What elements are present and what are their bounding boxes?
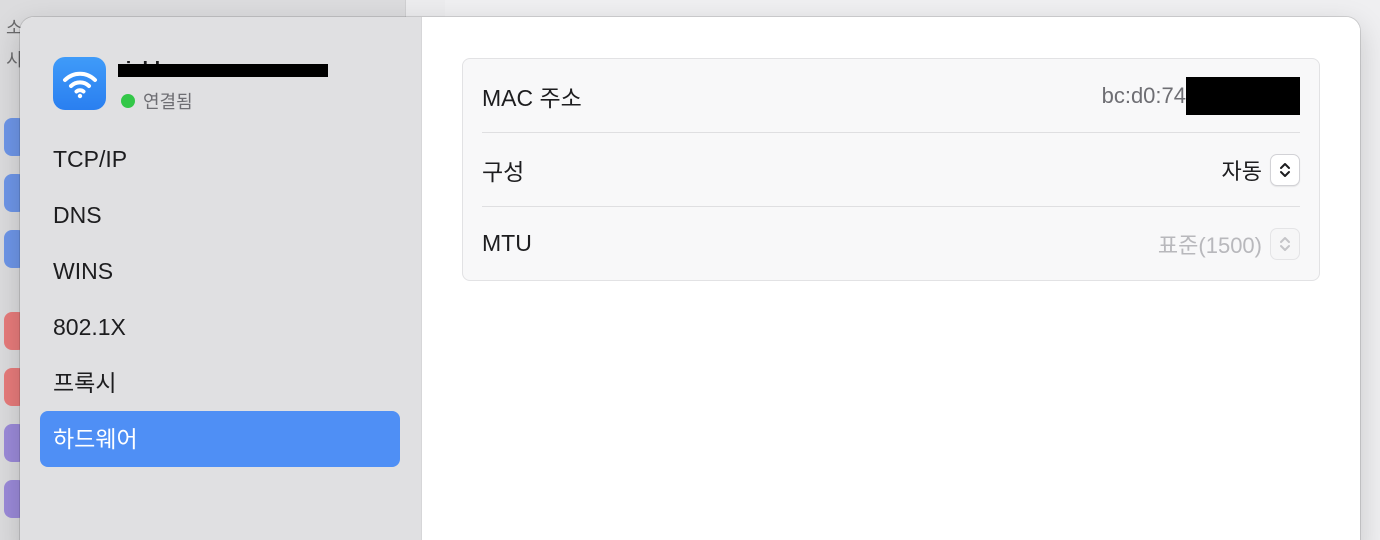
configure-value: 자동 xyxy=(1221,158,1262,184)
configure-popup[interactable]: 자동 xyxy=(1221,153,1300,186)
mtu-label: MTU xyxy=(482,230,532,256)
connection-status: 연결됨 xyxy=(121,88,193,114)
redaction-bar xyxy=(118,64,328,77)
sidebar-nav: TCP/IP DNS WINS 802.1X 프록시 하드웨어 xyxy=(40,131,400,467)
sidebar-item-hardware[interactable]: 하드웨어 xyxy=(40,411,400,467)
wifi-icon xyxy=(53,57,106,110)
up-down-chevron-icon xyxy=(1270,153,1300,186)
hardware-panel: MAC 주소 bc:d0:74 구성 자동 MTU 표준(1500) xyxy=(422,17,1360,540)
details-sidebar: richbeans 연결됨 TCP/IP DNS WINS 802.1X 프록시… xyxy=(20,17,422,540)
up-down-chevron-icon xyxy=(1270,227,1300,260)
hardware-settings-group: MAC 주소 bc:d0:74 구성 자동 MTU 표준(1500) xyxy=(462,58,1320,281)
network-details-sheet: richbeans 연결됨 TCP/IP DNS WINS 802.1X 프록시… xyxy=(20,17,1360,540)
mtu-popup[interactable]: 표준(1500) xyxy=(1157,227,1300,260)
sidebar-item-wins[interactable]: WINS xyxy=(40,243,400,299)
sidebar-item-8021x[interactable]: 802.1X xyxy=(40,299,400,355)
mac-address-label: MAC 주소 xyxy=(482,84,582,111)
network-header: richbeans 연결됨 xyxy=(53,57,393,113)
mtu-row: MTU 표준(1500) xyxy=(482,207,1300,280)
status-text: 연결됨 xyxy=(143,92,193,112)
status-dot-icon xyxy=(121,94,135,108)
sidebar-item-tcpip[interactable]: TCP/IP xyxy=(40,131,400,187)
sidebar-item-proxy[interactable]: 프록시 xyxy=(40,355,400,411)
redaction-bar xyxy=(1186,76,1300,115)
configure-row: 구성 자동 xyxy=(482,133,1300,207)
mtu-value: 표준(1500) xyxy=(1157,232,1262,258)
mac-address-value: bc:d0:74 xyxy=(1101,76,1300,115)
mac-address-text: bc:d0:74 xyxy=(1101,82,1186,108)
configure-label: 구성 xyxy=(482,158,525,185)
mac-address-row: MAC 주소 bc:d0:74 xyxy=(482,59,1300,133)
sidebar-item-dns[interactable]: DNS xyxy=(40,187,400,243)
